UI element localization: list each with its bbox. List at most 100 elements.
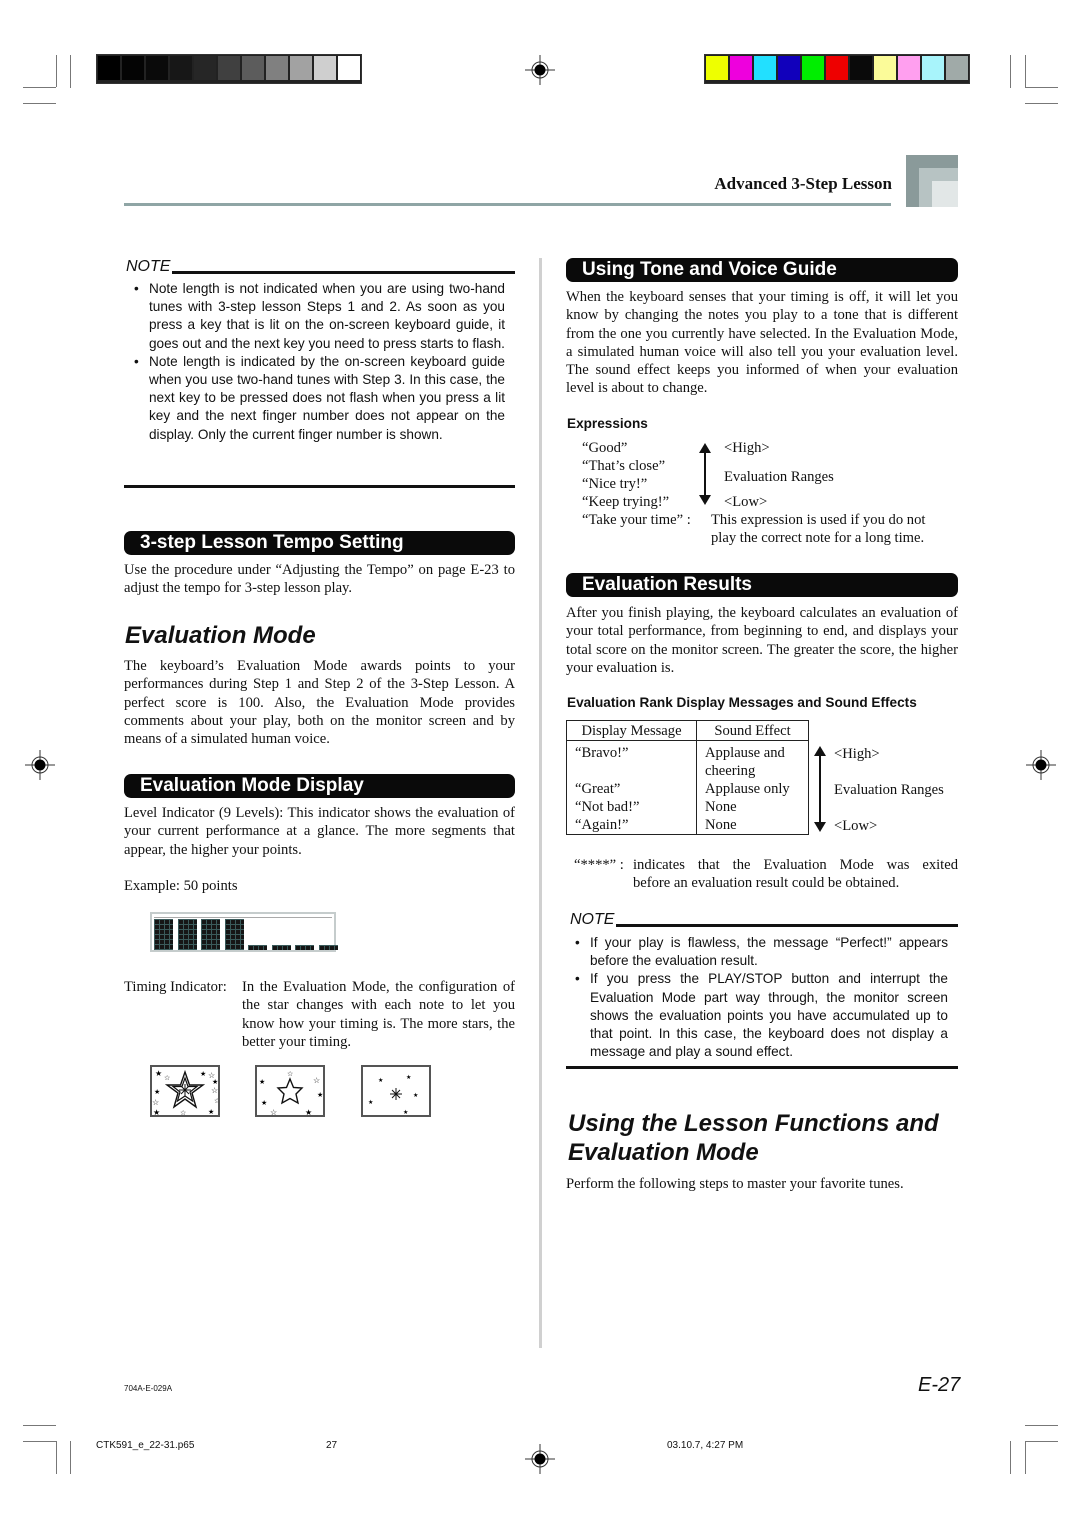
note-item: If you press the PLAY/STOP button and in… — [567, 970, 948, 1061]
display-message-cell: “Again!” — [566, 816, 697, 835]
take-time-description: This expression is used if you do not — [711, 512, 926, 528]
low-label: <Low> — [834, 818, 878, 834]
svg-text:★: ★ — [305, 1108, 312, 1115]
sound-effect-cell: None — [696, 798, 809, 816]
range-arrow-icon — [814, 746, 826, 832]
color-swatch — [922, 56, 944, 80]
note-item: If your play is flawless, the message “P… — [567, 934, 948, 970]
color-swatch — [898, 56, 920, 80]
small-star-icon: ★ ★ ★ ★ ★ — [368, 1074, 418, 1116]
note-end-rule — [566, 1066, 958, 1069]
table-header-row: Display Message Sound Effect — [566, 720, 809, 741]
svg-text:★: ★ — [155, 1069, 162, 1078]
color-swatch — [730, 56, 752, 80]
column-header: Sound Effect — [696, 720, 809, 741]
header-rule — [124, 203, 891, 206]
results-paragraph: After you finish playing, the keyboard c… — [566, 605, 958, 676]
svg-text:★: ★ — [208, 1108, 214, 1115]
gray-swatch — [194, 56, 216, 80]
stars-key: “****” : — [574, 857, 624, 873]
level-segment-empty — [295, 945, 314, 950]
gray-swatch — [338, 56, 360, 80]
svg-text:★: ★ — [403, 1109, 408, 1115]
gray-swatch — [266, 56, 288, 80]
color-swatch — [850, 56, 872, 80]
svg-text:★: ★ — [212, 1078, 218, 1086]
display-message-cell: “Not bad!” — [566, 798, 697, 816]
note-header: NOTE — [570, 912, 958, 928]
svg-text:☆: ☆ — [313, 1076, 320, 1085]
gray-swatch — [146, 56, 168, 80]
svg-text:☆: ☆ — [180, 1109, 186, 1115]
evaluation-mode-paragraph: The keyboard’s Evaluation Mode awards po… — [124, 658, 515, 748]
stars-description: indicates that the Evaluation Mode was e… — [633, 857, 958, 873]
timing-indicator-best: ★ ☆ ★ ☆ ★ ☆ ☆ ☆ ★ ☆ ★ ★ — [150, 1065, 220, 1117]
svg-text:★: ★ — [154, 1088, 160, 1096]
svg-text:★: ★ — [368, 1099, 373, 1106]
svg-text:★: ★ — [406, 1074, 411, 1081]
table-row: “Again!” None — [566, 816, 809, 835]
print-timestamp: 03.10.7, 4:27 PM — [667, 1440, 744, 1451]
timing-indicator-poor: ★ ★ ★ ★ ★ — [361, 1065, 431, 1117]
ranges-label: Evaluation Ranges — [724, 469, 834, 485]
note-list: If your play is flawless, the message “P… — [567, 934, 948, 1061]
tone-voice-paragraph: When the keyboard senses that your timin… — [566, 289, 958, 397]
table-row: “Great” Applause only — [566, 780, 809, 798]
ranges-label: Evaluation Ranges — [834, 782, 944, 798]
rank-table-title: Evaluation Rank Display Messages and Sou… — [567, 695, 917, 710]
lesson-functions-title-line2: Evaluation Mode — [568, 1139, 759, 1166]
section-heading-eval-display: Evaluation Mode Display — [124, 774, 515, 798]
svg-text:★: ★ — [317, 1091, 323, 1099]
expression-item: “Keep trying!” — [582, 494, 670, 510]
color-swatch — [706, 56, 728, 80]
expressions-heading: Expressions — [567, 416, 648, 431]
level-indicator-paragraph: Level Indicator (9 Levels): This indicat… — [124, 805, 515, 858]
note-label: NOTE — [570, 911, 615, 928]
level-segment-empty — [271, 945, 291, 950]
gray-swatch — [170, 56, 192, 80]
column-header: Display Message — [566, 720, 697, 741]
note-list: Note length is not indicated when you ar… — [126, 280, 505, 444]
svg-text:☆: ☆ — [287, 1070, 293, 1078]
gray-swatch — [242, 56, 264, 80]
svg-text:★: ★ — [259, 1078, 265, 1086]
svg-text:☆: ☆ — [214, 1097, 218, 1105]
timing-indicator-medium: ☆ ★ ☆ ★ ★ ☆ ★ — [255, 1065, 325, 1117]
gray-swatch — [314, 56, 336, 80]
section-heading-tone-voice: Using Tone and Voice Guide — [566, 258, 958, 282]
svg-text:★: ★ — [200, 1070, 206, 1078]
color-swatch — [778, 56, 800, 80]
note-header: NOTE — [126, 259, 515, 275]
low-label: <Low> — [724, 494, 768, 510]
timing-indicator-paragraph: In the Evaluation Mode, the configuratio… — [242, 979, 515, 1050]
display-message-cell: “Bravo!” — [566, 740, 697, 780]
range-arrow-icon — [699, 443, 711, 505]
evaluation-mode-title: Evaluation Mode — [125, 622, 316, 649]
table-row: “Not bad!” None — [566, 798, 809, 816]
expression-item: “That’s close” — [582, 458, 666, 474]
gray-swatch — [218, 56, 240, 80]
sound-effect-cell: Applause only — [696, 780, 809, 798]
column-divider — [539, 258, 542, 1348]
note-end-rule — [124, 485, 515, 488]
page-number: 27 — [326, 1440, 338, 1451]
tempo-paragraph: Use the procedure under “Adjusting the T… — [124, 562, 515, 597]
color-swatch — [826, 56, 848, 80]
section-heading-results: Evaluation Results — [566, 573, 958, 597]
stars-description: before an evaluation result could be obt… — [633, 875, 900, 891]
registration-mark-icon — [525, 1444, 555, 1474]
gray-swatch — [290, 56, 312, 80]
page-label: E-27 — [918, 1374, 961, 1396]
level-segment-filled — [154, 919, 173, 950]
note-label: NOTE — [126, 258, 171, 275]
level-segment-filled — [224, 919, 244, 950]
star-icon: ☆★ ☆ ★★☆ ★ — [259, 1070, 323, 1117]
color-swatch — [946, 56, 968, 80]
level-segment-filled — [177, 919, 197, 950]
registration-mark-icon — [1026, 750, 1056, 780]
rank-table: Display Message Sound Effect “Bravo!” Ap… — [566, 720, 809, 835]
timing-indicator-label: Timing Indicator: — [124, 979, 227, 995]
gray-swatch — [98, 56, 120, 80]
sound-effect-cell: None — [696, 816, 809, 835]
level-segment-filled — [201, 919, 220, 950]
